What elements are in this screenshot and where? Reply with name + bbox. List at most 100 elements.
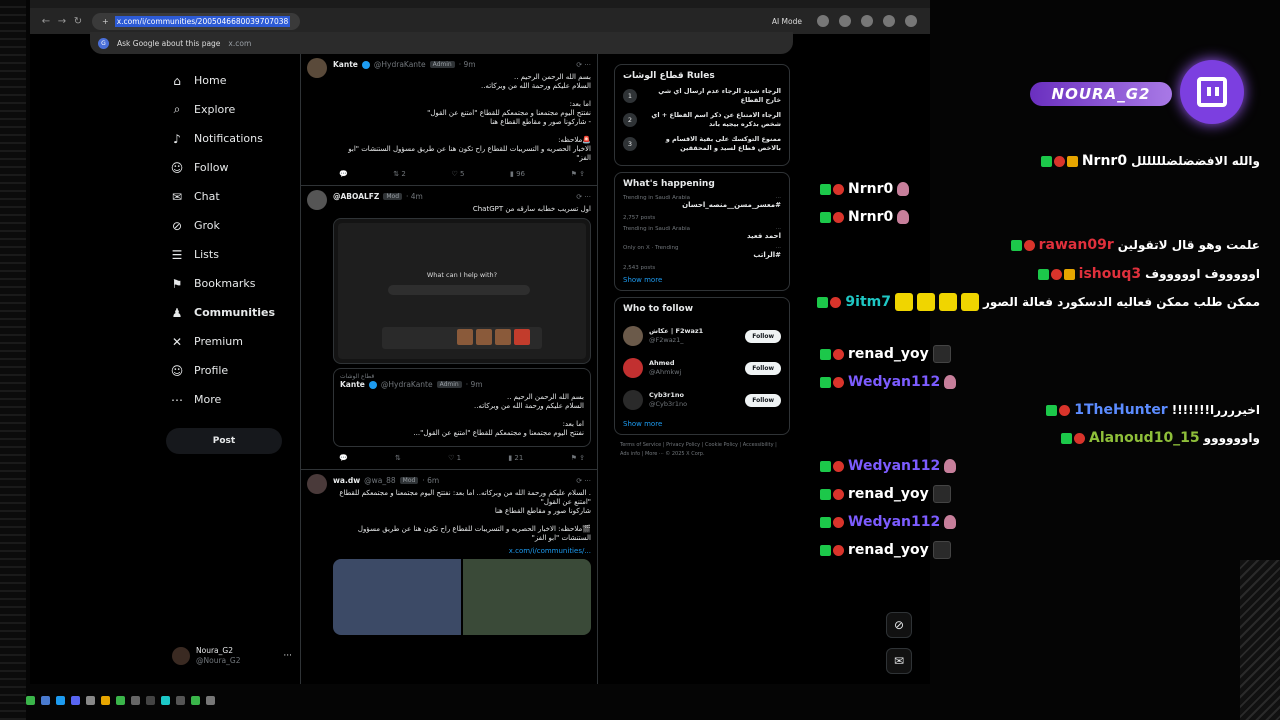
sidebar-item-explore[interactable]: ⌕ Explore [170,95,310,124]
chat-username: renad_yoy [848,346,929,362]
rule-item[interactable]: 2 الرجاء الامتناع عن ذكر اسم القطاع + اي … [623,111,781,129]
record-icon[interactable] [839,15,851,27]
more-icon[interactable]: ⟳ ··· [576,193,591,201]
tweet[interactable]: wa.dw @wa_88 Mod · 6m ⟳ ··· . السلام علي… [301,470,597,639]
app-icon[interactable] [176,695,185,705]
app-icon[interactable] [116,695,125,705]
quoted-tweet[interactable]: قطاع الوشات Kante @HydraKante Admin · 9m… [333,368,591,447]
app-icon[interactable] [206,695,215,705]
bookmark-icon[interactable]: ⚑ ⇪ [571,454,585,462]
tweet-photo[interactable] [333,559,461,635]
like-icon[interactable]: ♡ 5 [451,170,464,178]
suggested-user[interactable]: Cyb3r1no @Cyb3r1no Follow [623,384,781,416]
url-text[interactable]: x.com/i/communities/2005046680039707038 [114,15,291,27]
tweet-photo[interactable] [463,559,591,635]
tweet-author[interactable]: Kante [340,380,365,389]
tweet-handle[interactable]: @HydraKante [381,380,433,389]
app-icon[interactable] [56,695,65,705]
sidebar-item-chat[interactable]: ✉ Chat [170,182,310,211]
follow-button[interactable]: Follow [745,329,781,343]
suggested-user[interactable]: Ahmed @Ahmkwj Follow [623,352,781,384]
tweet-author[interactable]: @ABOALFZ [333,192,379,201]
sidebar-item-grok[interactable]: ⊘ Grok [170,211,310,240]
more-icon[interactable]: ⟳ ··· [576,477,591,485]
app-icon[interactable] [26,695,35,705]
views-icon[interactable]: ▮ 96 [510,170,525,178]
sidebar-item-more[interactable]: ⋯ More [170,385,310,414]
trend-item[interactable]: Trending in Saudi Arabia ··· #معسر_مسن__من… [623,195,781,221]
follow-button[interactable]: Follow [745,393,781,407]
follow-button[interactable]: Follow [745,361,781,375]
reload-icon[interactable]: ↻ [70,16,86,27]
tweet-author[interactable]: wa.dw [333,476,360,485]
messages-icon[interactable]: ✉ [886,648,912,674]
trend-item[interactable]: Only on X · Trending ··· #الراتب 2,543 post… [623,245,781,271]
suggested-user[interactable]: عكاش | F2waz1 @F2waz1_ Follow [623,320,781,352]
app-icon[interactable] [131,695,140,705]
tab-strip[interactable] [30,0,930,8]
tweet-handle[interactable]: @HydraKante [374,60,426,69]
avatar[interactable] [307,474,327,494]
tweet-handle[interactable]: @wa_88 [364,476,396,485]
sidebar-item-profile[interactable]: ☺ Profile [170,356,310,385]
extension-icon[interactable] [817,15,829,27]
account-switcher[interactable]: Noura_G2 @Noura_G2 ··· [172,646,292,666]
show-more-link[interactable]: Show more [623,276,781,284]
repost-icon[interactable]: ⇅ [395,454,401,462]
views-icon[interactable]: ▮ 21 [508,454,523,462]
rule-item[interactable]: 1 الرجاء شديد الرجاء عدم ارسال اي شي خارج… [623,87,781,105]
avatar[interactable] [623,326,643,346]
bookmark-icon[interactable]: ⚑ ⇪ [571,170,585,178]
sidebar-item-home[interactable]: ⌂ Home [170,66,310,95]
ai-mode-button[interactable]: AI Mode [772,17,802,26]
tweet-time[interactable]: · 4m [406,192,423,201]
more-icon[interactable]: ··· [283,651,292,661]
tweet-author[interactable]: Kante [333,60,358,69]
more-icon[interactable]: ⟳ ··· [576,61,591,69]
tweet-time[interactable]: · 6m [422,476,439,485]
emote-icon [960,293,979,311]
sidebar-item-communities[interactable]: ♟ Communities [170,298,310,327]
rule-item[interactable]: 3 ممنوع التوكسك على بقية الاقسام و بالاخص… [623,135,781,153]
sidebar-item-follow[interactable]: ☺ Follow [170,153,310,182]
like-icon[interactable]: ♡ 1 [448,454,461,462]
avatar[interactable] [623,390,643,410]
tweet-photos[interactable] [333,559,591,635]
sidebar-item-bookmarks[interactable]: ⚑ Bookmarks [170,269,310,298]
profile-icon[interactable] [883,15,895,27]
avatar[interactable] [307,190,327,210]
omnibox-suggestion[interactable]: G Ask Google about this page x.com [90,32,793,54]
app-icon[interactable] [161,695,170,705]
reply-icon[interactable]: 💬 [339,454,348,462]
app-icon[interactable] [101,695,110,705]
app-icon[interactable] [71,695,80,705]
reply-icon[interactable]: 💬 [339,170,348,178]
community-feed: 💬 ⇅ 1 ♡ 6 ▮ 54 ⚑ ⇪ Kante @HydraKante Adm… [300,34,598,684]
mail-icon: ✉ [171,189,183,204]
avatar[interactable] [307,58,327,78]
tweet-image[interactable]: What can I help with? [333,218,591,364]
app-icon[interactable] [41,695,50,705]
forward-icon[interactable]: → [54,16,70,27]
app-icon[interactable] [146,695,155,705]
download-icon[interactable] [861,15,873,27]
app-icon[interactable] [191,695,200,705]
sidebar-item-notifications[interactable]: ♪ Notifications [170,124,310,153]
avatar[interactable] [623,358,643,378]
back-icon[interactable]: ← [38,16,54,27]
trend-item[interactable]: Trending in Saudi Arabia ··· احمد فعيد [623,226,781,240]
footer-links[interactable]: Terms of Service | Privacy Policy | Cook… [614,441,790,459]
grok-icon[interactable]: ⊘ [886,612,912,638]
sidebar-item-premium[interactable]: ✕ Premium [170,327,310,356]
show-more-link[interactable]: Show more [623,420,781,428]
tweet-link[interactable]: x.com/i/communities/... [333,547,591,555]
tweet[interactable]: Kante @HydraKante Admin · 9m ⟳ ··· بسم ا… [301,54,597,186]
address-bar[interactable]: + x.com/i/communities/200504668003970703… [92,12,301,30]
app-icon[interactable] [86,695,95,705]
post-button[interactable]: Post [166,428,282,454]
tweet-time[interactable]: · 9m [459,60,476,69]
repost-icon[interactable]: ⇅ 2 [393,170,406,178]
tweet[interactable]: @ABOALFZ Mod · 4m ⟳ ··· اول تسريب خطابه … [301,186,597,470]
sidebar-item-lists[interactable]: ☰ Lists [170,240,310,269]
menu-icon[interactable] [905,15,917,27]
